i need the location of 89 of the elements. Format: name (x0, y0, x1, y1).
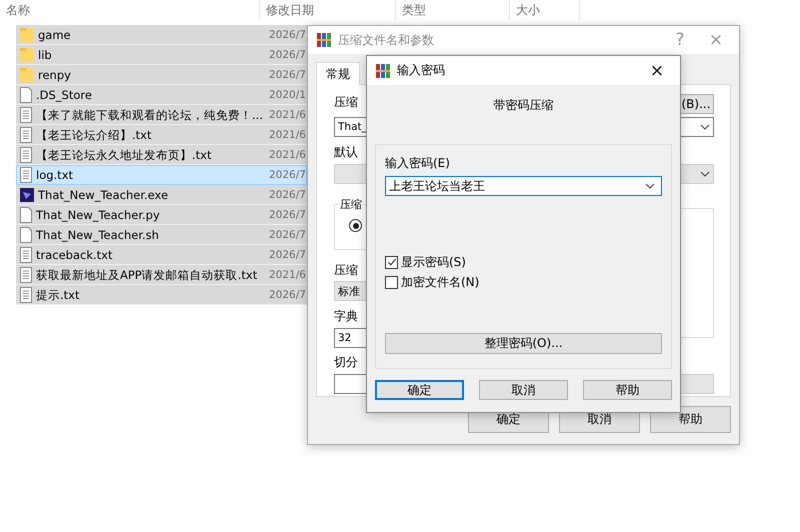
close-button[interactable]: × (642, 60, 672, 80)
text-file-icon (20, 147, 32, 163)
text-file-icon (20, 287, 32, 303)
field-label: 切分 (334, 354, 358, 371)
file-row[interactable]: 提示.txt 2026/7 (16, 285, 307, 305)
field-label: 输入密码(E) (385, 155, 450, 172)
field-label: 压缩 (334, 262, 358, 279)
dialog-button[interactable]: 帮助 (583, 380, 672, 400)
dialog-button[interactable]: 确定 (375, 380, 464, 400)
radio-button[interactable] (349, 219, 362, 232)
field-label: 字典 (334, 308, 358, 325)
file-date: 2026/7 (269, 69, 306, 81)
file-row[interactable]: 【老王论坛介绍】.txt 2021/6 (16, 125, 307, 145)
file-row[interactable]: traceback.txt 2026/7 (16, 245, 307, 265)
dialog-button[interactable]: 帮助 (650, 406, 731, 433)
dialog-button[interactable]: 取消 (479, 380, 568, 400)
file-date: 2026/7 (269, 29, 306, 41)
organize-passwords-button[interactable]: 整理密码(O)... (385, 333, 662, 354)
window-title: 压缩文件名和参数 (338, 32, 435, 48)
file-row[interactable]: log.txt 2026/7 (16, 165, 307, 185)
file-name: That_New_Teacher.exe (38, 188, 168, 202)
file-date: 2026/7 (269, 229, 306, 241)
file-date: 2021/6 (269, 149, 306, 161)
file-name: renpy (38, 68, 71, 82)
chevron-down-icon (700, 171, 710, 177)
file-name: traceback.txt (36, 248, 112, 262)
tab[interactable]: 常规 (316, 62, 360, 85)
file-date: 2021/6 (269, 269, 306, 281)
archive-icon (375, 62, 391, 78)
file-name: lib (38, 48, 52, 62)
window-title: 输入密码 (397, 62, 446, 79)
checkbox-label[interactable]: 显示密码(S) (401, 254, 466, 270)
file-row[interactable]: That_New_Teacher.exe 2026/7 (16, 185, 307, 205)
column-header[interactable]: 大小 (510, 0, 580, 20)
file-row[interactable]: renpy 2026/7 (16, 65, 307, 85)
file-row[interactable]: .DS_Store 2020/1 (16, 85, 307, 105)
group-label: 压缩 (339, 197, 363, 212)
file-icon (20, 227, 32, 243)
browse-button[interactable]: (B)... (678, 94, 714, 114)
file-row[interactable]: 【老王论坛永久地址发布页】.txt 2021/6 (16, 145, 307, 165)
text-file-icon (20, 127, 32, 143)
file-row[interactable]: That_New_Teacher.sh 2026/7 (16, 225, 307, 245)
file-date: 2026/7 (269, 209, 306, 221)
folder-icon (20, 47, 34, 63)
password-field[interactable]: 上老王论坛当老王 (385, 176, 662, 196)
file-row[interactable]: 获取最新地址及APP请发邮箱自动获取.txt 2021/6 (16, 265, 307, 285)
file-date: 2021/6 (269, 109, 306, 121)
file-name: log.txt (36, 168, 74, 182)
file-row[interactable]: lib 2026/7 (16, 45, 307, 65)
file-date: 2026/7 (269, 289, 306, 301)
file-name: 获取最新地址及APP请发邮箱自动获取.txt (36, 268, 258, 282)
folder-icon (20, 67, 34, 83)
text-file-icon (20, 167, 32, 183)
column-header[interactable]: 类型 (396, 0, 510, 20)
chevron-down-icon (645, 183, 655, 189)
file-date: 2026/7 (269, 249, 306, 261)
column-header[interactable]: 名称 (0, 0, 260, 20)
field-label: 默认 (334, 144, 358, 161)
checkbox-label[interactable]: 加密文件名(N) (401, 274, 480, 290)
file-row[interactable]: That_New_Teacher.py 2026/7 (16, 205, 307, 225)
file-date: 2021/6 (269, 129, 306, 141)
file-name: 【来了就能下载和观看的论坛，纯免费！... (36, 108, 263, 122)
text-file-icon (20, 267, 32, 283)
file-date: 2026/7 (269, 189, 306, 201)
file-name: 提示.txt (36, 288, 80, 302)
file-date: 2020/1 (269, 89, 306, 101)
file-date: 2026/7 (269, 49, 306, 61)
file-name: game (38, 28, 71, 42)
checkbox[interactable] (385, 276, 398, 288)
archive-icon (316, 32, 332, 48)
app-icon (20, 188, 34, 202)
file-name: .DS_Store (36, 88, 92, 102)
file-row[interactable]: game 2026/7 (16, 25, 307, 45)
file-name: That_New_Teacher.py (36, 208, 160, 222)
column-header[interactable]: 修改日期 (260, 0, 396, 20)
text-file-icon (20, 247, 32, 263)
file-name: 【老王论坛介绍】.txt (36, 128, 152, 142)
field-label: 压缩 (334, 94, 358, 111)
file-date: 2026/7 (269, 169, 306, 181)
file-row[interactable]: 【来了就能下载和观看的论坛，纯免费！... 2021/6 (16, 105, 307, 125)
file-icon (20, 87, 32, 103)
file-icon (20, 207, 32, 223)
dialog-heading: 带密码压缩 (492, 97, 554, 114)
checkbox[interactable] (385, 256, 398, 268)
file-name: That_New_Teacher.sh (36, 228, 159, 242)
chevron-down-icon (700, 124, 710, 130)
text-file-icon (20, 107, 32, 123)
folder-icon (20, 27, 34, 43)
file-name: 【老王论坛永久地址发布页】.txt (36, 148, 212, 162)
